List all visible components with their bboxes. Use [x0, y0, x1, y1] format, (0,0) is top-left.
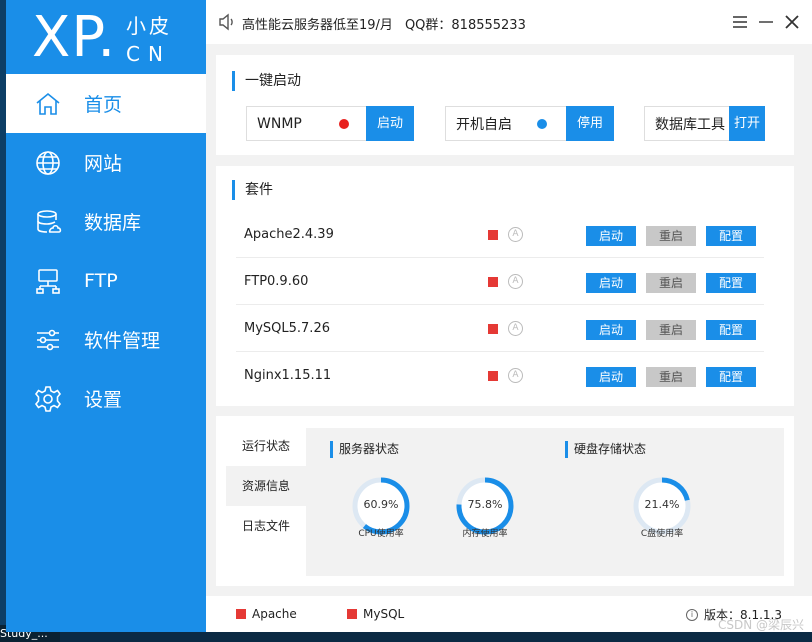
wnmp-start-button[interactable]: 启动: [366, 106, 414, 141]
sidebar-item-label: 软件管理: [84, 330, 161, 352]
menu-icon[interactable]: [730, 12, 750, 32]
home-icon: [36, 92, 60, 115]
sidebar-item-label: 数据库: [84, 212, 142, 234]
status-indicator: [488, 371, 498, 381]
tab-log-files[interactable]: 日志文件: [226, 506, 306, 546]
logo-xp: XP.: [32, 5, 117, 70]
server-status-title: 服务器状态: [330, 441, 399, 458]
info-icon: i: [686, 608, 699, 621]
cpu-usage-label: CPU使用率: [358, 529, 404, 539]
quick-item-wnmp: WNMP 启动: [246, 106, 414, 141]
footer-service-mysql: MySQL: [347, 607, 404, 621]
start-button[interactable]: 启动: [586, 226, 636, 246]
db-tool-open-button[interactable]: 打开: [729, 106, 765, 141]
header-bar: 高性能云服务器低至19/月 QQ群：818555233: [206, 0, 812, 44]
table-row: Apache2.4.39 A 启动 重启 配置: [236, 212, 764, 258]
suite-name: FTP0.9.60: [244, 274, 309, 289]
sliders-icon: [37, 329, 59, 350]
start-button[interactable]: 启动: [586, 320, 636, 340]
status-tabs: 运行状态 资源信息 日志文件: [226, 426, 306, 546]
gear-icon: [34, 385, 62, 412]
close-icon[interactable]: [782, 12, 802, 32]
watermark: CSDN @梁辰兴: [717, 618, 804, 632]
status-indicator: [347, 609, 357, 619]
logo-cn-bottom: CN: [126, 42, 171, 66]
sidebar-item-label: 首页: [84, 94, 123, 116]
status-indicator: [488, 277, 498, 287]
restart-button[interactable]: 重启: [646, 367, 696, 387]
auto-start-icon[interactable]: A: [508, 227, 523, 242]
logo: XP. 小皮 CN: [6, 0, 206, 74]
auto-start-icon[interactable]: A: [508, 368, 523, 383]
sidebar-nav: 首页 网站 数据库 FTP 软件管理 设置: [6, 74, 206, 428]
tab-resource-info[interactable]: 资源信息: [226, 466, 306, 506]
start-button[interactable]: 启动: [586, 367, 636, 387]
suite-panel: 套件 Apache2.4.39 A 启动 重启 配置 FTP0.9.60 A 启…: [216, 166, 794, 406]
minimize-icon[interactable]: [756, 12, 776, 32]
quick-start-panel: 一键启动 WNMP 启动 开机自启 停用 数据库工具 打开: [216, 55, 794, 155]
globe-icon: [36, 150, 60, 175]
footer-service-label: Apache: [252, 607, 297, 621]
sidebar-item-settings[interactable]: 设置: [6, 369, 206, 428]
disk-c-usage-label: C盘使用率: [640, 529, 684, 539]
config-button[interactable]: 配置: [706, 226, 756, 246]
status-indicator: [488, 230, 498, 240]
sidebar-item-website[interactable]: 网站: [6, 133, 206, 192]
qq-group: QQ群：818555233: [404, 18, 526, 33]
restart-button[interactable]: 重启: [646, 273, 696, 293]
table-row: FTP0.9.60 A 启动 重启 配置: [236, 259, 764, 305]
speaker-icon: [219, 13, 233, 31]
auto-start-icon[interactable]: A: [508, 321, 523, 336]
ftp-icon: [36, 268, 60, 294]
config-button[interactable]: 配置: [706, 367, 756, 387]
restart-button[interactable]: 重启: [646, 320, 696, 340]
footer-service-label: MySQL: [363, 607, 405, 621]
panel-title: 一键启动: [232, 71, 301, 91]
table-row: MySQL5.7.26 A 启动 重启 配置: [236, 306, 764, 352]
phpstudy-window: XP. 小皮 CN 首页 网站 数据库 FTP 软件管理 设置 高性能云服务器低…: [6, 0, 812, 632]
sidebar-item-label: FTP: [84, 269, 118, 292]
autostart-disable-button[interactable]: 停用: [566, 106, 614, 141]
sidebar-item-ftp[interactable]: FTP: [6, 251, 206, 310]
table-row: Nginx1.15.11 A 启动 重启 配置: [236, 353, 764, 399]
status-panel: 运行状态 资源信息 日志文件 服务器状态 硬盘存储状态 60.9% CPU使用率: [216, 416, 794, 586]
sidebar-item-label: 网站: [84, 153, 123, 175]
config-button[interactable]: 配置: [706, 320, 756, 340]
sidebar-item-database[interactable]: 数据库: [6, 192, 206, 251]
quick-item-label: 开机自启: [456, 116, 512, 133]
start-button[interactable]: 启动: [586, 273, 636, 293]
quick-item-label: 数据库工具: [655, 116, 725, 133]
notice-text: 高性能云服务器低至19/月: [242, 18, 393, 33]
sidebar-item-label: 设置: [84, 389, 123, 411]
database-icon: [37, 209, 62, 233]
resource-info-area: 服务器状态 硬盘存储状态 60.9% CPU使用率 75.8% 内存使用率 21…: [306, 428, 784, 576]
sidebar-item-home[interactable]: 首页: [6, 74, 206, 133]
disk-c-usage-value: 21.4%: [644, 498, 680, 511]
status-indicator: [488, 324, 498, 334]
memory-usage-label: 内存使用率: [462, 529, 508, 539]
memory-usage-value: 75.8%: [467, 498, 503, 511]
sidebar-item-software[interactable]: 软件管理: [6, 310, 206, 369]
sidebar: XP. 小皮 CN 首页 网站 数据库 FTP 软件管理 设置: [6, 0, 206, 632]
quick-item-autostart: 开机自启 停用: [445, 106, 614, 141]
status-indicator: [236, 609, 246, 619]
logo-cn-top: 小皮: [126, 14, 172, 38]
auto-start-icon[interactable]: A: [508, 274, 523, 289]
disk-status-title: 硬盘存储状态: [565, 441, 646, 458]
suite-name: MySQL5.7.26: [244, 321, 330, 336]
suite-name: Nginx1.15.11: [244, 368, 332, 383]
quick-item-label: WNMP: [257, 115, 302, 132]
status-dot: [537, 119, 547, 129]
header-notice[interactable]: 高性能云服务器低至19/月 QQ群：818555233: [242, 14, 526, 33]
tab-runtime-status[interactable]: 运行状态: [226, 426, 306, 466]
restart-button[interactable]: 重启: [646, 226, 696, 246]
quick-item-db-tool: 数据库工具 打开: [644, 106, 765, 141]
status-dot: [339, 119, 349, 129]
footer-service-apache: Apache: [236, 607, 297, 621]
panel-title: 套件: [232, 180, 273, 200]
config-button[interactable]: 配置: [706, 273, 756, 293]
suite-name: Apache2.4.39: [244, 227, 334, 242]
cpu-usage-value: 60.9%: [363, 498, 399, 511]
